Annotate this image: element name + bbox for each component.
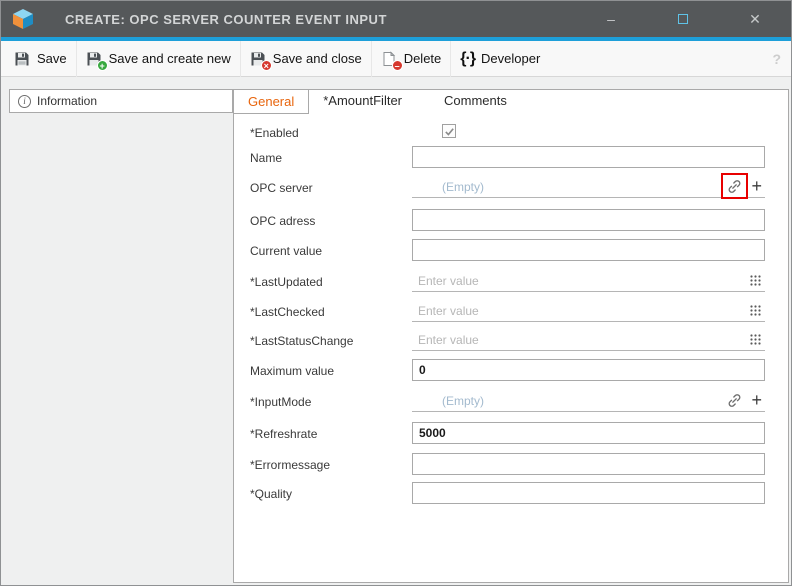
name-input[interactable] — [412, 146, 765, 168]
laststatuschange-input[interactable] — [418, 333, 743, 347]
plus-badge-icon: + — [97, 60, 108, 71]
opc-server-lookup[interactable]: (Empty) + — [412, 176, 765, 198]
save-and-create-new-button[interactable]: + Save and create new — [77, 41, 241, 77]
add-icon[interactable]: + — [751, 393, 762, 408]
lastupdated-picker[interactable] — [412, 270, 765, 292]
app-window: CREATE: OPC SERVER COUNTER EVENT INPUT –… — [0, 0, 792, 586]
delete-icon: – — [381, 51, 398, 67]
quality-input[interactable] — [412, 482, 765, 504]
add-icon[interactable]: + — [751, 179, 762, 194]
information-label: Information — [37, 94, 97, 108]
developer-button[interactable]: {·} Developer — [451, 41, 549, 77]
save-icon — [14, 51, 31, 67]
delete-badge-icon: – — [392, 60, 403, 71]
delete-button[interactable]: – Delete — [372, 41, 452, 77]
tab-general[interactable]: General — [233, 89, 309, 114]
grid-picker-icon[interactable] — [749, 304, 762, 317]
tab-strip: General *AmountFilter Comments — [233, 89, 521, 114]
link-icon-wrap[interactable] — [727, 179, 742, 194]
check-icon — [444, 126, 455, 137]
save-new-icon: + — [86, 51, 103, 67]
save-and-create-new-label: Save and create new — [109, 51, 231, 66]
opc-server-empty-value: (Empty) — [442, 180, 484, 194]
minimize-button[interactable]: – — [575, 1, 647, 37]
field-row-name: Name — [250, 146, 765, 168]
sidebar-item-information[interactable]: i Information — [9, 89, 233, 113]
opc-server-label: OPC server — [250, 181, 313, 195]
window-controls: – ✕ — [575, 1, 791, 37]
field-row-laststatuschange: *LastStatusChange — [250, 329, 765, 351]
field-row-opc-adress: OPC adress — [250, 209, 765, 231]
content-area: i Information General *AmountFilter Comm… — [1, 77, 791, 585]
lookup-icons: + — [727, 393, 762, 408]
name-label: Name — [250, 151, 282, 165]
field-row-lastchecked: *LastChecked — [250, 300, 765, 322]
maximize-icon — [678, 14, 688, 24]
maximum-value-input[interactable] — [412, 359, 765, 381]
enabled-label: *Enabled — [250, 126, 299, 140]
link-icon — [727, 393, 742, 408]
grid-picker-icon[interactable] — [749, 333, 762, 346]
toolbar: Save + Save and create new — [1, 41, 791, 77]
tab-comments[interactable]: Comments — [430, 89, 521, 114]
information-icon: i — [18, 95, 31, 108]
app-logo — [11, 7, 35, 31]
maximize-button[interactable] — [647, 1, 719, 37]
opc-adress-label: OPC adress — [250, 214, 315, 228]
errormessage-label: *Errormessage — [250, 458, 330, 472]
tab-amountfilter[interactable]: *AmountFilter — [309, 89, 416, 114]
inputmode-lookup[interactable]: (Empty) + — [412, 390, 765, 412]
close-badge-icon: × — [261, 60, 272, 71]
inputmode-label: *InputMode — [250, 395, 311, 409]
delete-label: Delete — [404, 51, 442, 66]
field-row-lastupdated: *LastUpdated — [250, 270, 765, 292]
help-icon[interactable]: ? — [772, 51, 781, 67]
field-row-errormessage: *Errormessage — [250, 453, 765, 475]
detail-panel: General *AmountFilter Comments *Enabled … — [233, 89, 789, 583]
current-value-input[interactable] — [412, 239, 765, 261]
titlebar: CREATE: OPC SERVER COUNTER EVENT INPUT –… — [1, 1, 791, 37]
lastupdated-label: *LastUpdated — [250, 275, 323, 289]
window-title: CREATE: OPC SERVER COUNTER EVENT INPUT — [65, 12, 387, 27]
lookup-icons: + — [727, 179, 762, 194]
lastupdated-input[interactable] — [418, 274, 743, 288]
developer-icon: {·} — [460, 50, 475, 68]
laststatuschange-picker[interactable] — [412, 329, 765, 351]
field-row-enabled: *Enabled — [250, 121, 765, 143]
maximum-value-label: Maximum value — [250, 364, 334, 378]
save-and-close-label: Save and close — [273, 51, 362, 66]
field-row-opc-server: OPC server (Empty) — [250, 176, 765, 198]
lastchecked-input[interactable] — [418, 304, 743, 318]
field-row-current-value: Current value — [250, 239, 765, 261]
field-row-refreshrate: *Refreshrate — [250, 422, 765, 444]
link-icon-wrap[interactable] — [727, 393, 742, 408]
close-button[interactable]: ✕ — [719, 1, 791, 37]
current-value-label: Current value — [250, 244, 322, 258]
laststatuschange-label: *LastStatusChange — [250, 334, 353, 348]
save-close-icon: × — [250, 51, 267, 67]
field-row-quality: *Quality — [250, 482, 765, 504]
save-and-close-button[interactable]: × Save and close — [241, 41, 372, 77]
save-button[interactable]: Save — [5, 41, 77, 77]
field-row-maximum-value: Maximum value — [250, 359, 765, 381]
save-label: Save — [37, 51, 67, 66]
inputmode-empty-value: (Empty) — [442, 394, 484, 408]
opc-adress-input[interactable] — [412, 209, 765, 231]
developer-label: Developer — [481, 51, 540, 66]
lastchecked-picker[interactable] — [412, 300, 765, 322]
grid-picker-icon[interactable] — [749, 274, 762, 287]
refreshrate-label: *Refreshrate — [250, 427, 317, 441]
enabled-checkbox[interactable] — [442, 124, 456, 138]
quality-label: *Quality — [250, 487, 292, 501]
refreshrate-input[interactable] — [412, 422, 765, 444]
link-icon — [727, 179, 742, 194]
errormessage-input[interactable] — [412, 453, 765, 475]
field-row-inputmode: *InputMode (Empty) — [250, 390, 765, 412]
lastchecked-label: *LastChecked — [250, 305, 325, 319]
